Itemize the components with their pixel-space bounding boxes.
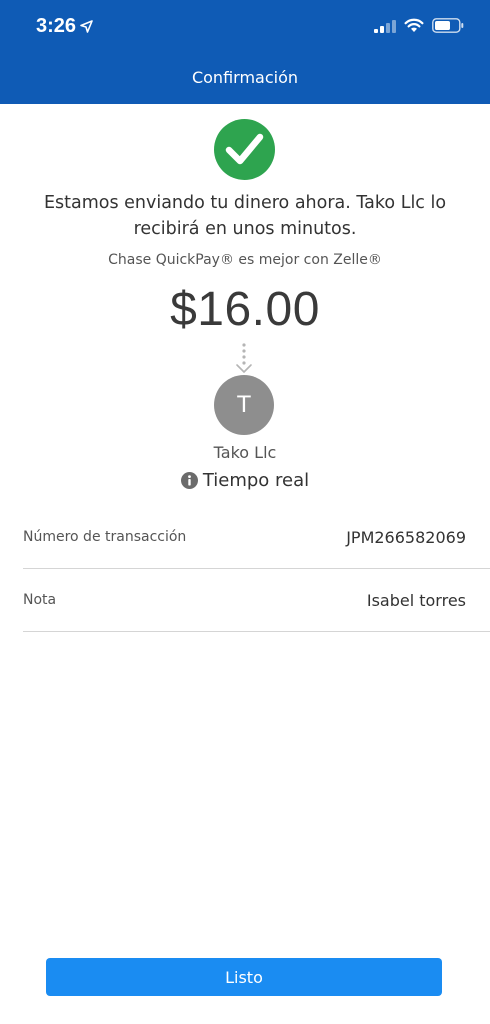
note-value: Isabel torres xyxy=(366,590,466,610)
confirmation-screen: 3:26 Confirmación Estamos enviando tu di… xyxy=(0,0,490,1024)
status-bar-time: 3:26 xyxy=(36,15,93,38)
done-button[interactable]: Listo xyxy=(46,958,442,996)
status-time-text: 3:26 xyxy=(36,15,77,37)
recipient-avatar: T xyxy=(214,375,274,435)
transaction-number-row: Número de transacción JPM266582069 xyxy=(23,506,490,569)
battery-icon xyxy=(432,18,464,33)
zelle-tagline: Chase QuickPay® es mejor con Zelle® xyxy=(108,252,382,268)
transaction-number-value: JPM266582069 xyxy=(346,527,466,547)
delivery-speed-label: Tiempo real xyxy=(202,470,310,491)
dotted-arrow-down-icon xyxy=(236,343,252,373)
signal-icon xyxy=(374,19,396,33)
location-arrow-icon xyxy=(80,20,93,33)
confirmation-message: Estamos enviando tu dinero ahora. Tako L… xyxy=(43,193,447,239)
wifi-icon xyxy=(404,18,424,32)
note-row: Nota Isabel torres xyxy=(23,569,490,632)
delivery-speed: Tiempo real xyxy=(0,470,490,491)
page-title: Confirmación xyxy=(191,68,299,87)
status-icons xyxy=(374,18,464,33)
checkmark-circle-icon xyxy=(214,119,275,180)
payment-amount: $16.00 xyxy=(170,283,320,336)
info-icon xyxy=(180,472,198,489)
recipient-initial: T xyxy=(236,391,252,418)
transaction-number-label: Número de transacción xyxy=(23,529,187,545)
note-label: Nota xyxy=(23,592,57,608)
recipient-name: Tako Llc xyxy=(213,443,277,462)
header-bar: 3:26 Confirmación xyxy=(0,0,490,104)
